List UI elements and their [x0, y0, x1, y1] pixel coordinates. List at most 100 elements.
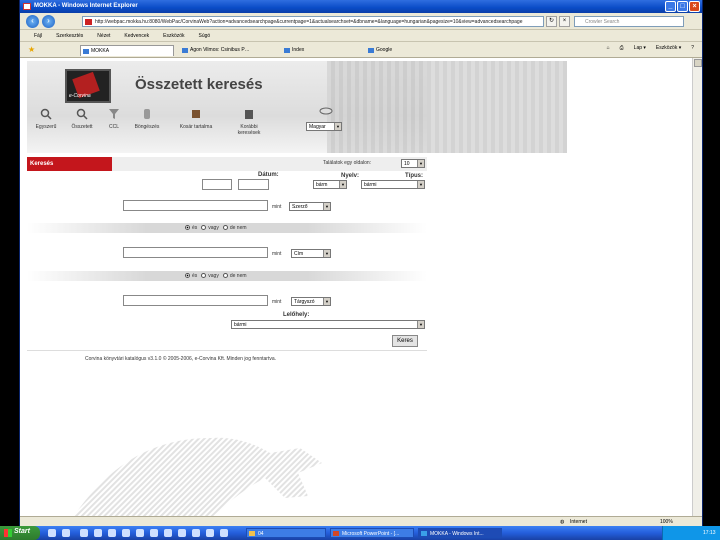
radio-or-2[interactable]: vagy	[201, 273, 219, 279]
tab-index[interactable]: Index	[282, 45, 362, 56]
taskbar-item-browser[interactable]: MOKKA - Windows Int...	[418, 528, 502, 538]
title-bar: MOKKA - Windows Internet Explorer _ □ ×	[20, 0, 702, 13]
tools-menu[interactable]: Eszközök ▾	[656, 45, 681, 51]
quicklaunch-icon[interactable]	[164, 529, 172, 537]
results-per-page-select[interactable]: 10 ▼	[401, 159, 425, 168]
tool-simple[interactable]: Egyszerű	[31, 108, 61, 130]
chevron-down-icon: ▼	[417, 321, 424, 328]
tab-google[interactable]: Google	[366, 45, 446, 56]
page-menu[interactable]: Lap ▾	[634, 45, 646, 51]
search-button[interactable]: Keres	[392, 335, 418, 347]
quicklaunch-icon[interactable]	[62, 529, 70, 537]
radio-label: vagy	[208, 225, 219, 231]
menu-file[interactable]: Fájl	[34, 33, 42, 41]
refresh-icon[interactable]: ↻	[546, 16, 557, 27]
vertical-scrollbar[interactable]	[692, 58, 702, 526]
tool-history[interactable]: Korábbi keresések	[231, 108, 267, 136]
section-label: Keresés	[27, 157, 112, 171]
zoom-label[interactable]: 100%	[660, 519, 673, 525]
tool-browse[interactable]: Böngészés	[129, 108, 165, 130]
ie-icon	[421, 531, 427, 536]
page-title: Összetett keresés	[135, 76, 263, 93]
field-3-select[interactable]: Tárgyszó ▼	[291, 297, 331, 306]
search-term-1-input[interactable]	[123, 200, 268, 211]
radio-or-1[interactable]: vagy	[201, 225, 219, 231]
radio-dot	[201, 225, 207, 231]
search-term-3-input[interactable]	[123, 295, 268, 306]
search-term-2-input[interactable]	[123, 247, 268, 258]
tool-label: Kosár tartalma	[179, 124, 213, 130]
start-label: Start	[14, 528, 30, 535]
quicklaunch-icon[interactable]	[122, 529, 130, 537]
radio-and-1[interactable]: és	[185, 225, 197, 231]
field-1-select[interactable]: Szerző ▼	[289, 202, 331, 211]
radio-not-1[interactable]: de nem	[222, 225, 247, 231]
type-value: bármi	[364, 182, 377, 188]
quicklaunch-icon[interactable]	[150, 529, 158, 537]
tab-label: Agon Vilmos: Csinibus P…	[190, 47, 250, 53]
field-2-value: Cím	[294, 251, 304, 257]
language-filter-select[interactable]: bárm ▼	[313, 180, 347, 189]
logo: e-Corvina	[65, 69, 111, 103]
quicklaunch-icon[interactable]	[192, 529, 200, 537]
taskbar-item-powerpoint[interactable]: Microsoft PowerPoint - [...	[330, 528, 414, 538]
language-icon	[319, 107, 333, 115]
start-button[interactable]: Start	[0, 526, 40, 540]
tool-basket[interactable]: Kosár tartalma	[171, 108, 221, 130]
radio-and-2[interactable]: és	[185, 273, 197, 279]
close-button[interactable]: ×	[689, 1, 700, 12]
chevron-down-icon: ▼	[339, 181, 346, 188]
tool-label: Böngészés	[134, 124, 160, 130]
forward-button[interactable]: ›	[42, 15, 55, 28]
maximize-button[interactable]: □	[677, 1, 688, 12]
home-icon[interactable]: ⌂	[607, 45, 610, 51]
language-select[interactable]: Magyar ▼	[306, 122, 342, 131]
operator-group-2: és vagy de nem	[185, 273, 247, 279]
menu-help[interactable]: Súgó	[199, 33, 211, 41]
menu-view[interactable]: Nézet	[97, 33, 110, 41]
tab-agon[interactable]: Agon Vilmos: Csinibus P…	[180, 45, 280, 56]
type-select[interactable]: bármi ▼	[361, 180, 425, 189]
search-input[interactable]: Crowler Search	[574, 16, 684, 27]
field-2-select[interactable]: Cím ▼	[291, 249, 331, 258]
language-label: Nyelv:	[341, 173, 360, 179]
taskbar-item-folder[interactable]: 04	[246, 528, 326, 538]
tool-ccl[interactable]: CCL	[103, 108, 125, 130]
quicklaunch-icon[interactable]	[220, 529, 228, 537]
location-select[interactable]: bármi ▼	[231, 320, 425, 329]
help-icon[interactable]: ?	[691, 45, 694, 51]
date-from-input[interactable]	[202, 179, 232, 190]
quicklaunch-icon[interactable]	[94, 529, 102, 537]
location-value: bármi	[234, 322, 247, 328]
tab-label: Google	[376, 47, 393, 53]
tab-icon	[83, 49, 89, 54]
back-button[interactable]: ‹	[26, 15, 39, 28]
radio-not-2[interactable]: de nem	[222, 273, 247, 279]
quicklaunch-icon[interactable]	[206, 529, 214, 537]
zone-globe-icon: ◍	[560, 519, 565, 525]
menu-favorites[interactable]: Kedvencek	[124, 33, 149, 41]
quicklaunch-icon[interactable]	[178, 529, 186, 537]
minimize-button[interactable]: _	[665, 1, 676, 12]
quicklaunch-icon[interactable]	[48, 529, 56, 537]
menu-edit[interactable]: Szerkesztés	[56, 33, 83, 41]
stop-icon[interactable]: ×	[559, 16, 570, 27]
browser-window: MOKKA - Windows Internet Explorer _ □ × …	[19, 0, 703, 540]
radio-dot	[185, 273, 190, 279]
address-input[interactable]: http://webpac.mokka.hu:8080/WebPac/Corvi…	[82, 16, 544, 27]
magnifier-plus-icon	[76, 108, 88, 120]
date-to-input[interactable]	[238, 179, 269, 190]
tab-mokka[interactable]: MOKKA	[80, 45, 174, 56]
scroll-up-icon[interactable]	[694, 59, 702, 67]
print-icon[interactable]: ⎙	[620, 45, 624, 51]
logo-text: e-Corvina	[69, 93, 91, 99]
favorites-star-icon[interactable]: ★	[28, 45, 35, 54]
page-content: e-Corvina Összetett keresés Egyszerű Öss…	[20, 58, 694, 526]
quicklaunch-icon[interactable]	[136, 529, 144, 537]
system-tray: 17:13	[662, 526, 720, 540]
tool-advanced[interactable]: Összetett	[65, 108, 99, 130]
menu-tools[interactable]: Eszközök	[163, 33, 184, 41]
quicklaunch-icon[interactable]	[108, 529, 116, 537]
folder-icon	[249, 531, 255, 536]
quicklaunch-icon[interactable]	[80, 529, 88, 537]
